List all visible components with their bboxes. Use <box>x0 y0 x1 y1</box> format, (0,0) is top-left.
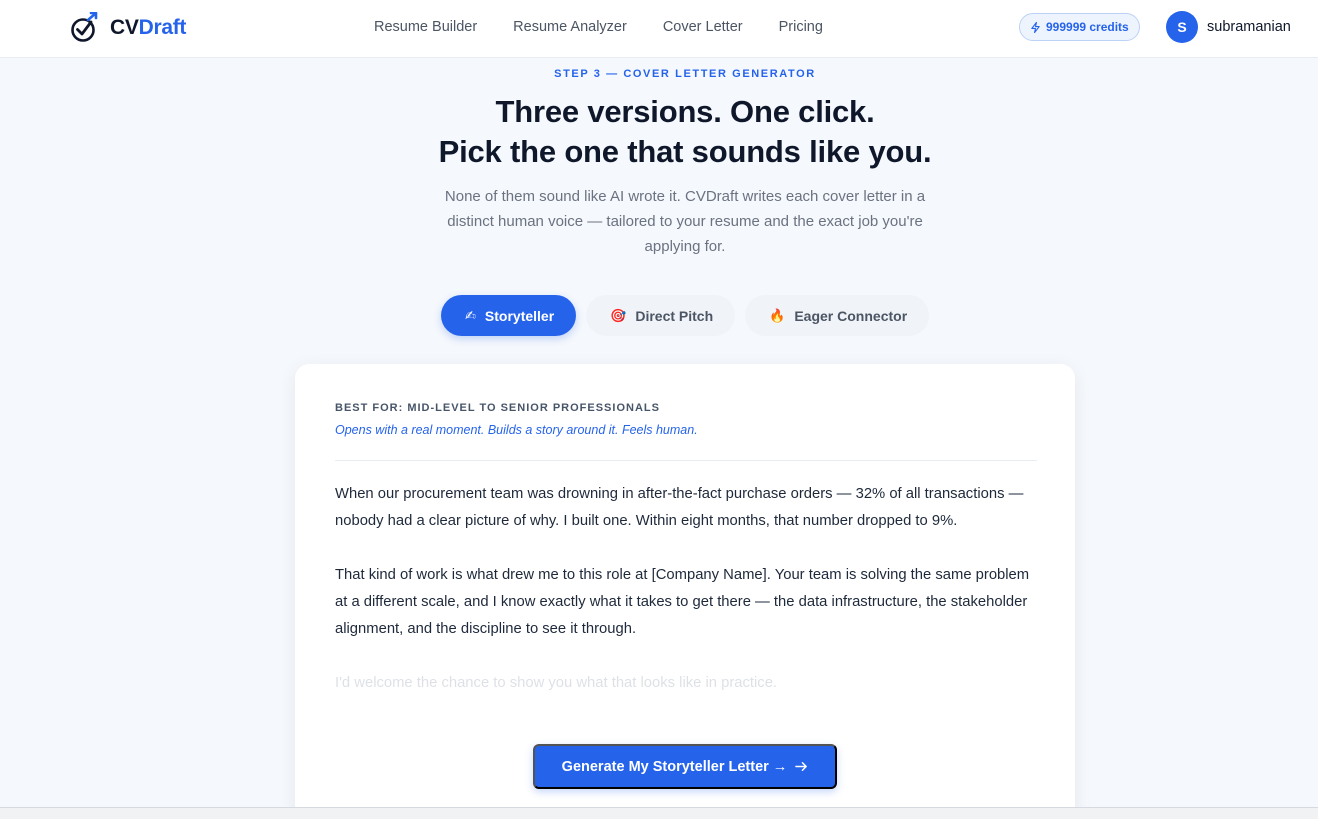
letter-paragraph: When our procurement team was drowning i… <box>335 486 1024 529</box>
letter-preview-text: When our procurement team was drowning i… <box>335 481 1040 724</box>
page-title-line-2: Pick the one that sounds like you. <box>438 134 932 169</box>
best-for-label: BEST FOR: MID-LEVEL TO SENIOR PROFESSION… <box>335 402 660 414</box>
tab-eager-connector[interactable]: 🔥 Eager Connector <box>745 295 930 336</box>
username: subramanian <box>1207 19 1291 35</box>
top-navbar: CVDraft Resume Builder Resume Analyzer C… <box>0 0 1318 58</box>
tab-label: Storyteller <box>484 307 555 324</box>
avatar: S <box>1166 11 1198 43</box>
checkmark-logo-icon <box>71 12 98 42</box>
brand-name-draft: Draft <box>138 16 187 39</box>
divider <box>335 460 1037 461</box>
tab-label: Direct Pitch <box>635 307 714 324</box>
letter-paragraph-faded: I'd welcome the chance to show you what … <box>335 675 778 691</box>
letter-preview-card: BEST FOR: MID-LEVEL TO SENIOR PROFESSION… <box>295 364 1075 819</box>
user-menu[interactable]: S subramanian <box>1166 11 1291 43</box>
brand-logo[interactable]: CVDraft <box>70 12 186 44</box>
tab-storyteller[interactable]: ✍ Storyteller <box>441 295 577 336</box>
tab-direct-pitch[interactable]: 🎯 Direct Pitch <box>586 295 736 336</box>
credits-count: 999999 credits <box>1046 20 1129 34</box>
brand-name: CVDraft <box>110 16 186 40</box>
generate-letter-label: Generate My Storyteller Letter → <box>561 758 788 775</box>
nav-links: Resume Builder Resume Analyzer Cover Let… <box>374 19 823 35</box>
nav-link-cover-letter[interactable]: Cover Letter <box>663 19 743 35</box>
generate-letter-button[interactable]: Generate My Storyteller Letter → <box>533 744 837 789</box>
credits-badge[interactable]: 999999 credits <box>1019 13 1140 41</box>
nav-link-pricing[interactable]: Pricing <box>779 19 823 35</box>
voice-tagline: Opens with a real moment. Builds a story… <box>335 423 698 437</box>
target-icon: 🎯 <box>610 307 627 323</box>
nav-link-resume-builder[interactable]: Resume Builder <box>374 19 477 35</box>
page-subtitle: None of them sound like AI wrote it. CVD… <box>444 188 926 255</box>
brand-name-cv: CV <box>110 16 139 39</box>
nav-link-resume-analyzer[interactable]: Resume Analyzer <box>513 19 627 35</box>
lightning-icon <box>1031 21 1040 33</box>
voice-tabs: ✍ Storyteller 🎯 Direct Pitch 🔥 Eager Con… <box>441 295 930 336</box>
letter-paragraph: That kind of work is what drew me to thi… <box>335 567 1030 637</box>
writing-hand-icon: ✍ <box>465 307 476 323</box>
page-title: Three versions. One click. Pick the one … <box>0 92 1318 172</box>
bottom-scroll-edge <box>0 807 1318 819</box>
tab-label: Eager Connector <box>794 307 908 324</box>
step-eyebrow: STEP 3 — COVER LETTER GENERATOR <box>554 68 816 80</box>
fire-icon: 🔥 <box>769 307 786 323</box>
arrow-right-icon <box>795 762 808 771</box>
page-title-line-1: Three versions. One click. <box>495 94 875 129</box>
